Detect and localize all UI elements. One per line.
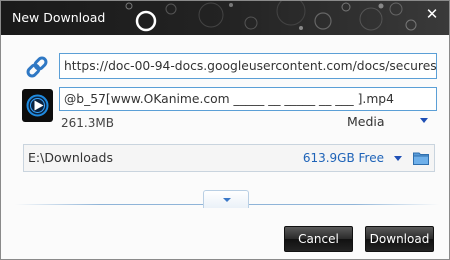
filename-input[interactable]: @b_57[www.OKanime.com _____ __ _____ __ …: [59, 87, 437, 111]
media-player-icon: [22, 89, 53, 122]
category-select[interactable]: Media: [347, 114, 385, 129]
link-icon: [26, 56, 48, 78]
folder-icon[interactable]: [413, 151, 429, 165]
cancel-button[interactable]: Cancel: [284, 226, 353, 252]
chevron-down-icon[interactable]: [420, 118, 428, 123]
free-space-label: 613.9GB Free: [302, 151, 384, 165]
file-size: 261.3MB: [61, 116, 114, 130]
dialog-title: New Download: [12, 10, 106, 25]
chevron-down-icon: [223, 198, 231, 202]
new-download-dialog: New Download ✕ https://doc-00-94-docs.go…: [0, 0, 450, 260]
save-path: E:\Downloads: [28, 150, 113, 165]
url-input[interactable]: https://doc-00-94-docs.googleusercontent…: [59, 53, 437, 79]
title-bar[interactable]: New Download ✕: [1, 1, 449, 35]
chevron-down-icon[interactable]: [394, 156, 402, 161]
save-path-selector[interactable]: E:\Downloads 613.9GB Free: [23, 144, 435, 172]
close-icon[interactable]: ✕: [421, 4, 443, 24]
download-button[interactable]: Download: [365, 226, 434, 252]
expand-options-button[interactable]: [203, 190, 249, 208]
